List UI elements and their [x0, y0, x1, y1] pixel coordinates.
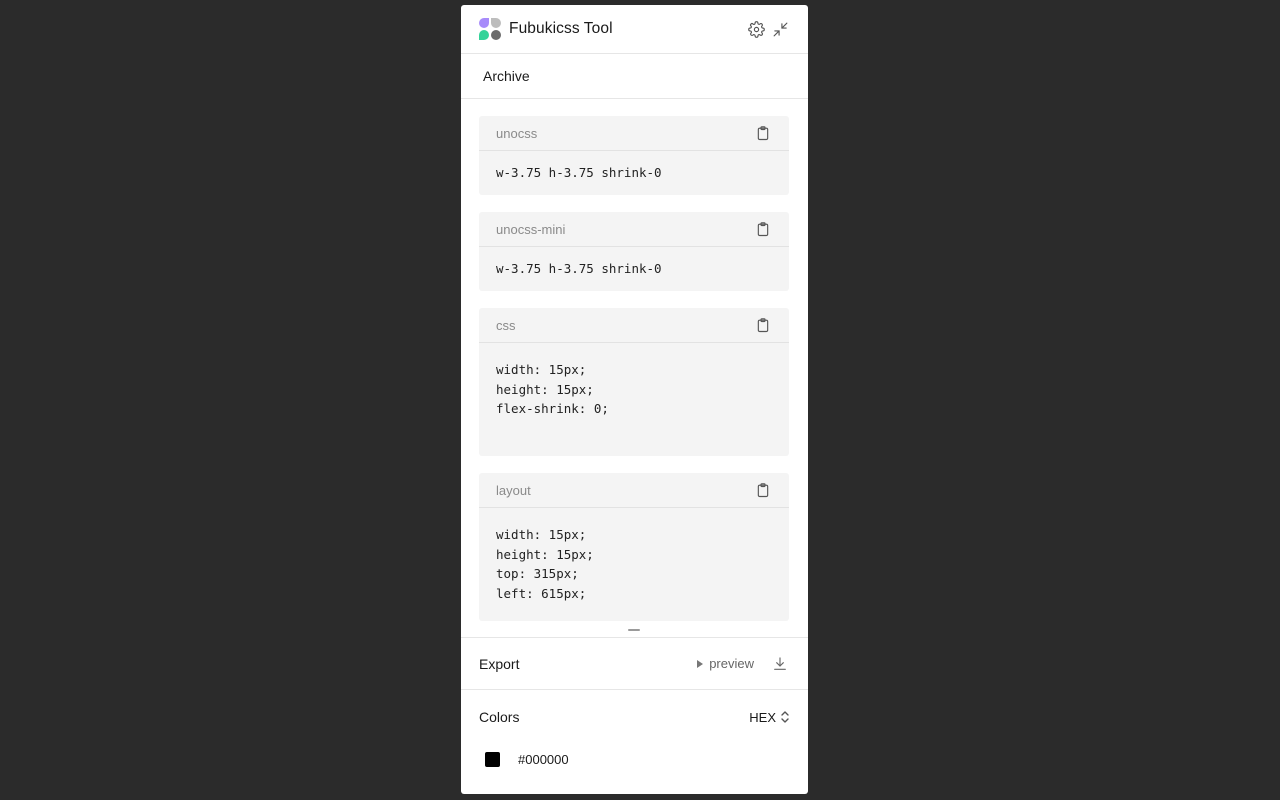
code-snippet[interactable]: w-3.75 h-3.75 shrink-0 [479, 247, 789, 279]
card-title: unocss [496, 125, 538, 141]
code-card-css: css width: 15px; height: 15px; flex-shri… [479, 308, 789, 456]
card-header: layout [479, 473, 789, 508]
colors-title: Colors [479, 709, 520, 725]
chevron-up-down-icon [781, 711, 789, 723]
panel-header: Fubukicss Tool [461, 5, 808, 54]
card-title: unocss-mini [496, 221, 566, 237]
code-snippet[interactable]: w-3.75 h-3.75 shrink-0 [479, 151, 789, 183]
code-cards-list[interactable]: unocss w-3.75 h-3.75 shrink-0 unocss-min… [461, 99, 808, 637]
color-value[interactable]: #000000 [518, 752, 569, 767]
colors-section: Colors HEX [461, 690, 808, 744]
clipboard-icon[interactable] [754, 124, 772, 142]
card-header: css [479, 308, 789, 343]
download-icon[interactable] [770, 654, 790, 674]
clipboard-icon[interactable] [754, 316, 772, 334]
preview-button[interactable]: preview [697, 656, 754, 671]
play-icon [697, 659, 704, 668]
app-title: Fubukicss Tool [509, 20, 613, 37]
tab-bar: Archive [461, 54, 808, 99]
export-title: Export [479, 655, 520, 672]
clipboard-icon[interactable] [754, 220, 772, 238]
card-title: layout [496, 482, 531, 498]
color-swatch[interactable] [485, 751, 500, 767]
color-format-select[interactable]: HEX [749, 710, 790, 725]
resize-handle[interactable] [628, 629, 640, 631]
code-snippet[interactable]: width: 15px; height: 15px; flex-shrink: … [479, 343, 789, 419]
tab-archive[interactable]: Archive [483, 68, 530, 84]
color-format-value: HEX [749, 709, 776, 725]
preview-label: preview [709, 656, 754, 671]
collapse-icon[interactable] [770, 19, 790, 39]
card-header: unocss [479, 116, 789, 151]
code-card-layout: layout width: 15px; height: 15px; top: 3… [479, 473, 789, 621]
clipboard-icon[interactable] [754, 481, 772, 499]
card-title: css [496, 317, 516, 333]
code-card-unocss: unocss w-3.75 h-3.75 shrink-0 [479, 116, 789, 195]
code-snippet[interactable]: width: 15px; height: 15px; top: 315px; l… [479, 508, 789, 603]
card-header: unocss-mini [479, 212, 789, 247]
plugin-panel: Fubukicss Tool Archive unocss w-3.75 h-3… [461, 5, 808, 794]
app-logo-icon [479, 18, 501, 40]
code-card-unocss-mini: unocss-mini w-3.75 h-3.75 shrink-0 [479, 212, 789, 291]
color-item[interactable]: #000000 [461, 744, 808, 774]
gear-icon[interactable] [746, 19, 766, 39]
export-section: Export preview [461, 637, 808, 690]
